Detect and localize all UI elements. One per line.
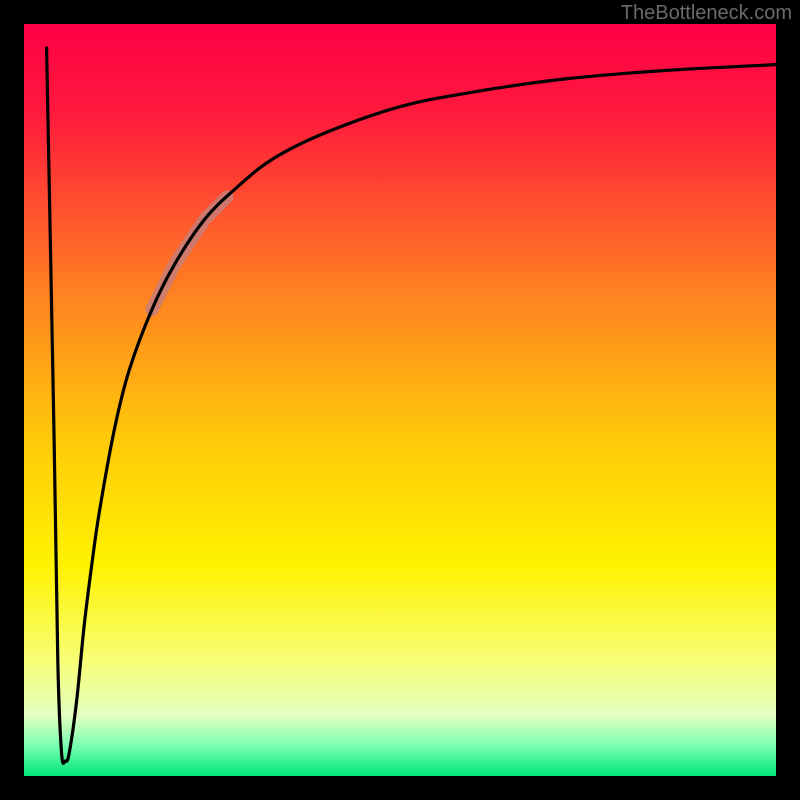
plot-background <box>24 24 776 776</box>
watermark-text: TheBottleneck.com <box>621 2 792 25</box>
plot-frame-right <box>776 0 800 800</box>
chart-container: TheBottleneck.com <box>0 0 800 800</box>
plot-frame-bottom <box>0 776 800 800</box>
bottleneck-chart <box>0 0 800 800</box>
plot-frame-left <box>0 0 24 800</box>
